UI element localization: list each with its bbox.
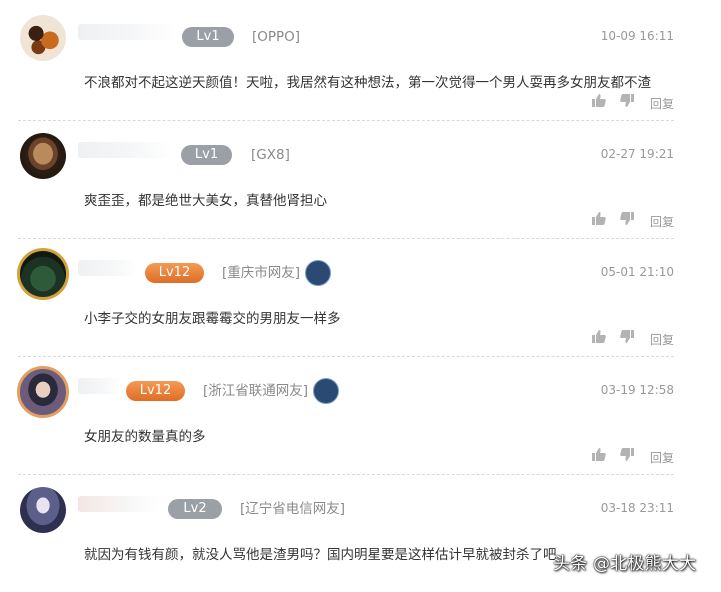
comment-text: 就因为有钱有颜，就没人骂他是渣男吗？国内明星要是这样估计早就被封杀了吧 xyxy=(84,547,557,563)
comment-item: Lv12 [浙江省联通网友] 03-19 12:58 女朋友的数量真的多 回复 xyxy=(0,356,721,474)
username[interactable] xyxy=(78,260,138,276)
comment-time: 05-01 21:10 xyxy=(600,265,674,279)
comment-text: 小李子交的女朋友跟霉霉交的男朋友一样多 xyxy=(84,311,341,327)
thumbs-up-icon[interactable] xyxy=(592,330,606,343)
comment-text: 不浪都对不起这逆天颜值！天啦，我居然有这种想法，第一次觉得一个男人耍再多女朋友都… xyxy=(84,75,651,91)
username[interactable] xyxy=(78,142,174,158)
level-badge: Lv1 xyxy=(181,145,232,165)
thumbs-down-icon[interactable] xyxy=(620,330,634,343)
comment-text: 女朋友的数量真的多 xyxy=(84,429,206,445)
comment-item: Lv12 [重庆市网友] 05-01 21:10 小李子交的女朋友跟霉霉交的男朋… xyxy=(0,238,721,356)
comment-item: Lv2 [辽宁省电信网友] 03-18 23:11 就因为有钱有颜，就没人骂他是… xyxy=(0,474,721,592)
steam-icon xyxy=(313,378,339,404)
avatar[interactable] xyxy=(20,133,66,179)
reply-link[interactable]: 回复 xyxy=(650,449,674,466)
thumbs-up-icon[interactable] xyxy=(592,94,606,107)
comment-source: [浙江省联通网友] xyxy=(203,383,309,399)
thumbs-down-icon[interactable] xyxy=(620,94,634,107)
avatar[interactable] xyxy=(17,366,69,418)
comment-source: [辽宁省电信网友] xyxy=(240,501,346,517)
thumbs-up-icon[interactable] xyxy=(592,448,606,461)
thumbs-down-icon[interactable] xyxy=(620,212,634,225)
reply-link[interactable]: 回复 xyxy=(650,213,674,230)
comment-source: [GX8] xyxy=(251,147,290,163)
comment-text: 爽歪歪，都是绝世大美女，真替他肾担心 xyxy=(84,193,327,209)
thumbs-down-icon[interactable] xyxy=(620,448,634,461)
comment-source: [重庆市网友] xyxy=(222,265,301,281)
comment-source: [OPPO] xyxy=(252,29,301,45)
comment-time: 03-19 12:58 xyxy=(600,383,674,397)
comment-time: 03-18 23:11 xyxy=(600,501,674,515)
reply-link[interactable]: 回复 xyxy=(650,331,674,348)
level-badge: Lv12 xyxy=(126,381,185,401)
comment-time: 02-27 19:21 xyxy=(600,147,674,161)
level-badge: Lv12 xyxy=(145,263,204,283)
thumbs-up-icon[interactable] xyxy=(592,212,606,225)
avatar[interactable] xyxy=(20,487,66,533)
username[interactable] xyxy=(78,496,162,512)
comment-time: 10-09 16:11 xyxy=(600,29,674,43)
level-badge: Lv2 xyxy=(168,499,222,519)
username[interactable] xyxy=(78,378,120,394)
comment-item: Lv1 [OPPO] 10-09 16:11 不浪都对不起这逆天颜值！天啦，我居… xyxy=(0,2,721,120)
avatar[interactable] xyxy=(17,248,69,300)
watermark: 头条 @北极熊大大 xyxy=(553,554,697,574)
steam-icon xyxy=(305,260,331,286)
avatar[interactable] xyxy=(20,15,66,61)
level-badge: Lv1 xyxy=(182,27,234,47)
username[interactable] xyxy=(78,24,176,40)
reply-link[interactable]: 回复 xyxy=(650,95,674,112)
comment-item: Lv1 [GX8] 02-27 19:21 爽歪歪，都是绝世大美女，真替他肾担心… xyxy=(0,120,721,238)
